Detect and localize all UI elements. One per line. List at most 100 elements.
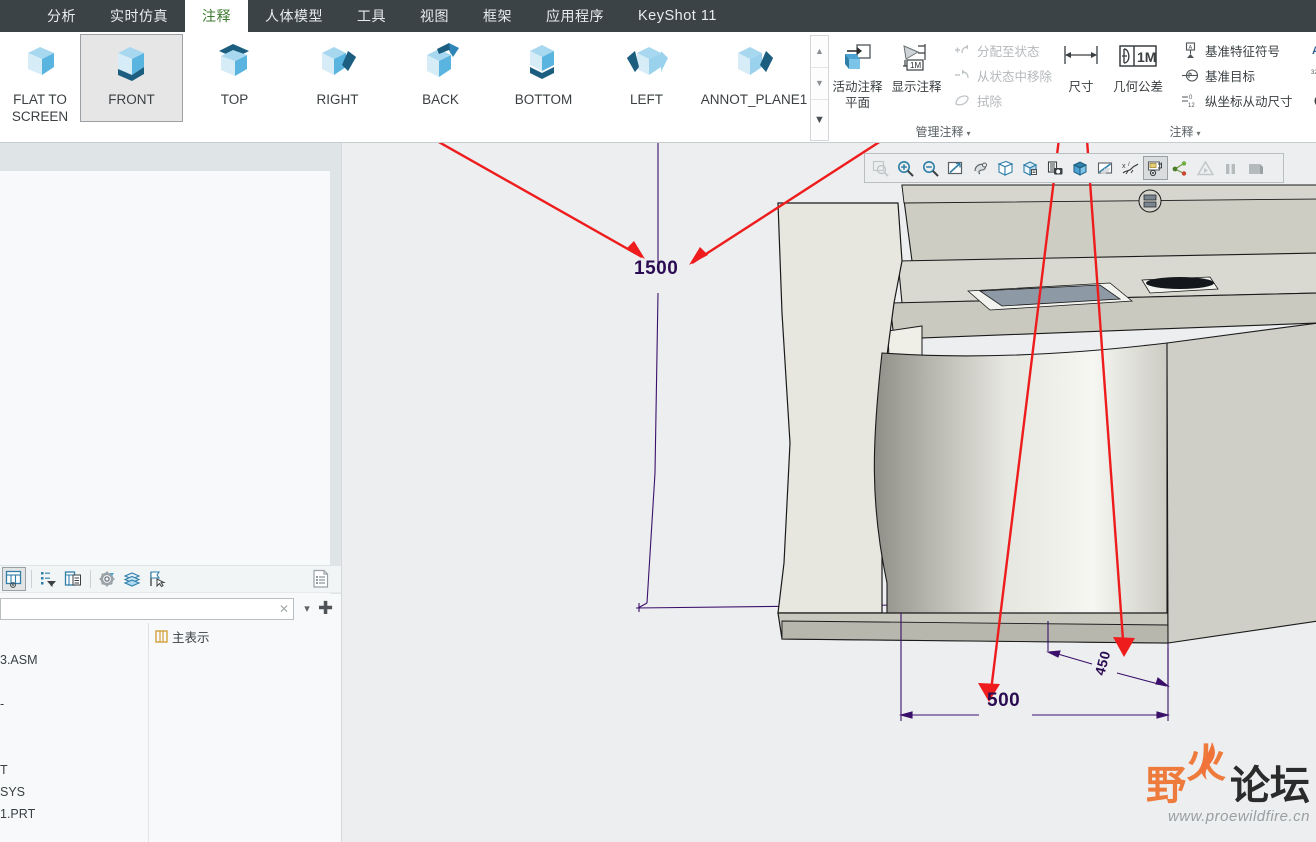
surface-finish-icon: 32 [1311, 66, 1316, 86]
tab-framework[interactable]: 框架 [466, 0, 529, 32]
command-remove-from-state[interactable]: 从状态中移除 [947, 63, 1057, 88]
refit-icon[interactable] [943, 156, 968, 180]
layers-icon[interactable] [120, 567, 144, 591]
button-active-annotation-plane[interactable]: 活动注释 平面 [829, 34, 886, 120]
zoom-in-icon[interactable] [893, 156, 918, 180]
annotation-display-icon[interactable] [1143, 156, 1168, 180]
add-item-button[interactable]: ✚ [318, 598, 333, 619]
chevron-down-icon[interactable]: ▾ [300, 602, 314, 615]
table-row[interactable]: SYS [0, 781, 341, 803]
table-row[interactable]: - [0, 693, 341, 715]
display-style-icon[interactable] [1068, 156, 1093, 180]
view-floating-toolbar[interactable]: x / [864, 153, 1284, 183]
command-datum-target[interactable]: 基准目标 [1175, 63, 1298, 88]
graphics-viewport[interactable]: 1500 500 450 [342, 143, 1316, 842]
gear-icon[interactable] [95, 567, 119, 591]
clear-icon[interactable]: ✕ [279, 602, 289, 616]
view-button-label: BOTTOM [514, 92, 573, 107]
watermark-char-1: 野 [1146, 763, 1186, 809]
command-erase[interactable]: 拭除 [947, 88, 1057, 113]
command-ordinate-driven-dimension[interactable]: 0 12 纵坐标从动尺寸 [1175, 88, 1298, 113]
table-row[interactable] [0, 825, 341, 842]
saved-views-icon[interactable] [993, 156, 1018, 180]
application-window: 分析 实时仿真 注释 人体模型 工具 视图 框架 应用程序 KeyShot 11 [0, 0, 1316, 842]
tab-manikin[interactable]: 人体模型 [248, 0, 340, 32]
spin-center-icon[interactable] [1168, 156, 1193, 180]
watermark-url: www.proewildfire.cn [1167, 808, 1310, 825]
dimension-value-1500[interactable]: 1500 [634, 258, 678, 280]
pause-icon[interactable] [1218, 156, 1243, 180]
view-button-left[interactable]: LEFT [595, 34, 698, 122]
tree-item-label: T [0, 759, 149, 781]
tree-item-label [0, 825, 149, 842]
toolbar-separator-1 [31, 570, 32, 588]
tabbar-left-spacer [0, 0, 30, 32]
button-geometric-tolerance[interactable]: 1M 几何公差 [1105, 34, 1171, 120]
view-button-flat-to-screen[interactable]: FLAT TO SCREEN [0, 34, 80, 124]
view-button-top[interactable]: TOP [183, 34, 286, 122]
tree-column-header-representation[interactable]: 主表示 [149, 623, 341, 649]
tree-filter-icon[interactable] [36, 567, 60, 591]
gallery-expand-icon[interactable]: ▼ [811, 100, 828, 140]
tab-annotation[interactable]: 注释 [185, 0, 248, 32]
tab-live-simulation[interactable]: 实时仿真 [93, 0, 185, 32]
gallery-scroll-up-icon[interactable]: ▲ [811, 36, 828, 68]
view-button-back[interactable]: BACK [389, 34, 492, 122]
button-dimension[interactable]: 尺寸 [1057, 34, 1105, 120]
view-button-front[interactable]: FRONT [80, 34, 183, 122]
search-input[interactable]: ✕ [0, 597, 294, 620]
button-label: 几何公差 [1112, 80, 1163, 94]
tab-applications[interactable]: 应用程序 [529, 0, 621, 32]
chevron-down-icon: ▾ [1196, 129, 1201, 138]
command-surface-finish[interactable]: 32 表面粗糙度 [1306, 63, 1316, 88]
table-row[interactable]: 3.ASM [0, 649, 341, 671]
model-tree-body: 3.ASM - T SYS 1.PRT [0, 649, 341, 842]
remove-from-state-icon [952, 66, 972, 86]
table-row[interactable] [0, 737, 341, 759]
command-note[interactable]: A 注解 ▾ [1306, 38, 1316, 63]
command-datum-feature-symbol[interactable]: A 基准特征符号 [1175, 38, 1298, 63]
zoom-to-area-icon[interactable] [868, 156, 893, 180]
play-simulation-icon[interactable] [1193, 156, 1218, 180]
dimension-icon [1059, 40, 1103, 76]
tab-analysis[interactable]: 分析 [30, 0, 93, 32]
command-symbol[interactable]: A 符号 [1306, 88, 1316, 113]
tree-item-label: - [0, 693, 149, 715]
perspective-view-icon[interactable]: x / [1118, 156, 1143, 180]
table-row[interactable]: T [0, 759, 341, 781]
cube-front-icon [106, 41, 158, 85]
watermark-logo: 野 火 论 坛 [1104, 742, 1310, 810]
dimension-value-500[interactable]: 500 [987, 690, 1020, 712]
model-tree-icon[interactable] [2, 567, 26, 591]
stop-icon[interactable] [1243, 156, 1268, 180]
table-row[interactable] [0, 715, 341, 737]
svg-text:0: 0 [1189, 95, 1193, 101]
tab-keyshot[interactable]: KeyShot 11 [621, 0, 734, 32]
appearance-gallery-icon[interactable] [1093, 156, 1118, 180]
tree-columns-icon[interactable] [61, 567, 85, 591]
document-detail-icon[interactable] [309, 567, 333, 591]
button-show-annotation[interactable]: 1M 显示注释 [886, 34, 947, 120]
view-button-annot-plane1[interactable]: ANNOT_PLANE1 [698, 34, 810, 122]
view-button-bottom[interactable]: BOTTOM [492, 34, 595, 122]
zoom-out-icon[interactable] [918, 156, 943, 180]
pick-flag-icon[interactable] [145, 567, 169, 591]
ribbon-gallery-scroll[interactable]: ▲ ▼ ▼ [810, 35, 829, 141]
view-manager-icon[interactable] [1018, 156, 1043, 180]
tree-column-header-name[interactable] [0, 623, 149, 649]
gallery-scroll-down-icon[interactable]: ▼ [811, 68, 828, 100]
tab-tools[interactable]: 工具 [340, 0, 403, 32]
table-row[interactable] [0, 671, 341, 693]
command-assign-to-state[interactable]: 分配至状态 [947, 38, 1057, 63]
model-graphics [438, 143, 1316, 721]
camera-snapshot-icon[interactable] [1043, 156, 1068, 180]
manage-annotation-small-commands: 分配至状态 从状态中移除 拭除 [947, 32, 1057, 113]
view-button-label: RIGHT [316, 92, 359, 107]
tab-view[interactable]: 视图 [403, 0, 466, 32]
svg-text:32: 32 [1311, 70, 1316, 76]
table-row[interactable]: 1.PRT [0, 803, 341, 825]
view-button-right[interactable]: RIGHT [286, 34, 389, 122]
orient-mode-icon[interactable] [968, 156, 993, 180]
ribbon-group-label-annotate[interactable]: 注释 ▾ [967, 122, 1316, 142]
command-label: 纵坐标从动尺寸 [1205, 95, 1293, 109]
